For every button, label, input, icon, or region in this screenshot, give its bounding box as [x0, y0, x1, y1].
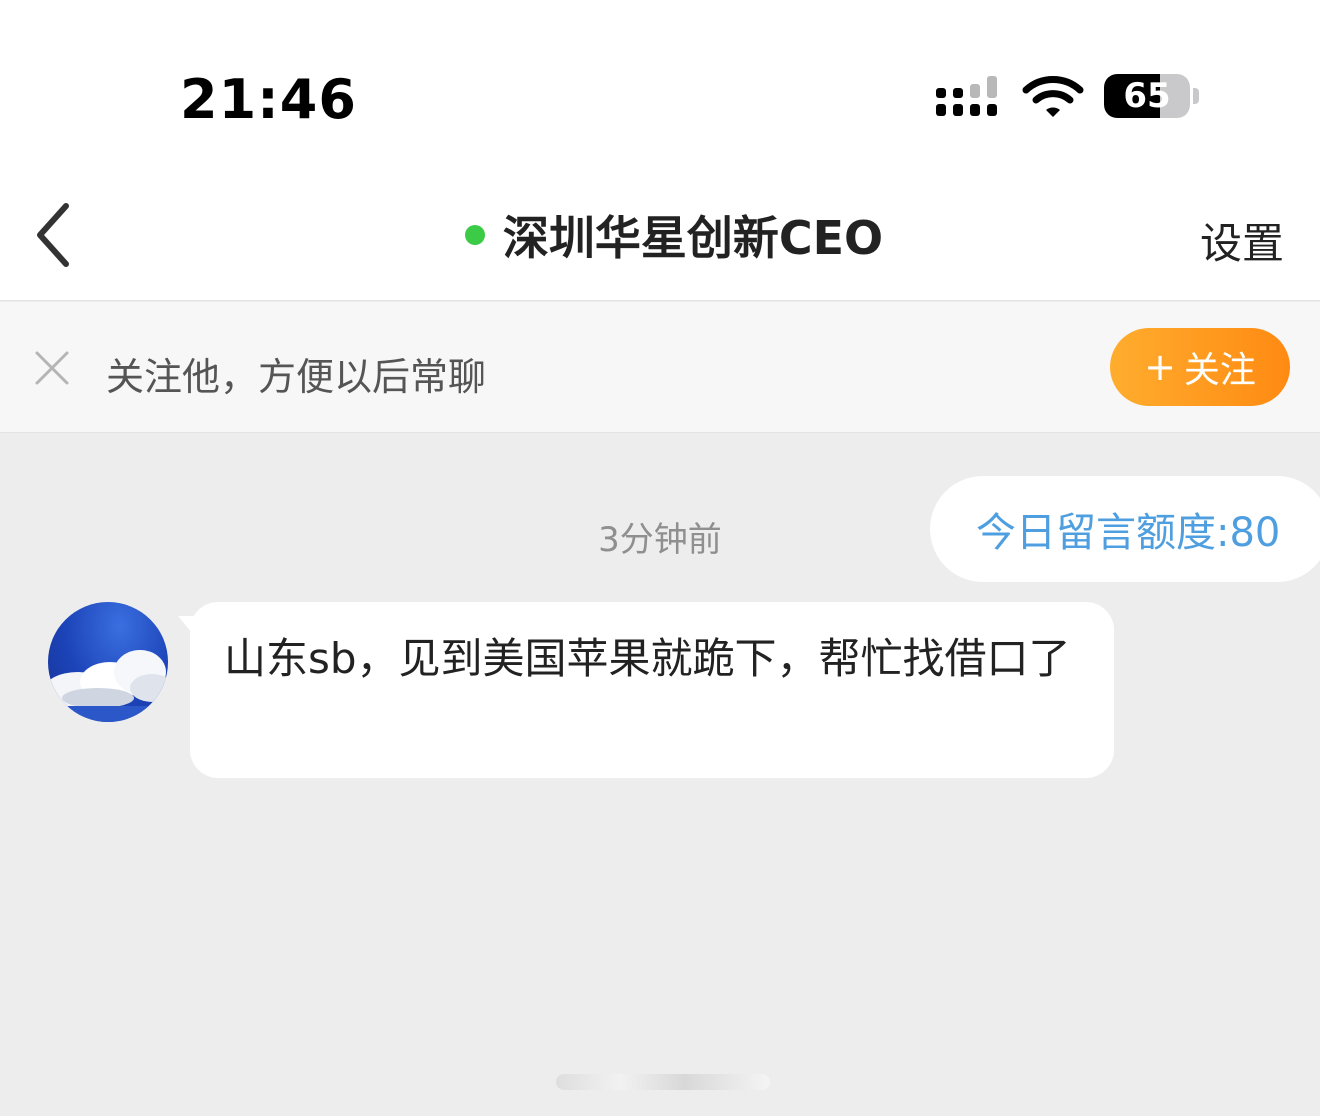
follow-banner: 关注他，方便以后常聊 + 关注 [0, 302, 1320, 433]
status-time: 21:46 [180, 68, 357, 131]
follow-button[interactable]: + 关注 [1110, 328, 1290, 406]
settings-button[interactable]: 设置 [1200, 210, 1284, 271]
follow-prompt-text: 关注他，方便以后常聊 [106, 355, 487, 399]
quota-text: 今日留言额度:80 [976, 510, 1281, 556]
online-status-dot [464, 225, 485, 245]
signal-icon [936, 76, 997, 116]
follow-button-label: 关注 [1183, 350, 1256, 391]
avatar-sky-image [48, 650, 168, 722]
battery-level: 65 [1123, 76, 1171, 116]
nav-bar: 深圳华星创新CEO 设置 [0, 170, 1320, 301]
nav-title-wrap: 深圳华星创新CEO [0, 200, 1320, 270]
quota-pill: 今日留言额度:80 [930, 476, 1320, 582]
status-bar: 21:46 65 [0, 0, 1320, 170]
message-bubble[interactable]: 山东sb，见到美国苹果就跪下，帮忙找借口了 [190, 602, 1114, 778]
message-text: 山东sb，见到美国苹果就跪下，帮忙找借口了 [224, 634, 1071, 683]
home-indicator[interactable] [556, 1074, 770, 1090]
close-icon[interactable] [34, 350, 70, 386]
plus-icon: + [1144, 345, 1176, 389]
wifi-icon [1022, 76, 1084, 117]
battery-nub [1193, 88, 1199, 104]
message-timestamp: 3分钟前 [598, 520, 722, 560]
avatar[interactable] [48, 602, 168, 722]
battery-icon: 65 [1104, 74, 1190, 118]
chat-title: 深圳华星创新CEO [502, 211, 884, 265]
